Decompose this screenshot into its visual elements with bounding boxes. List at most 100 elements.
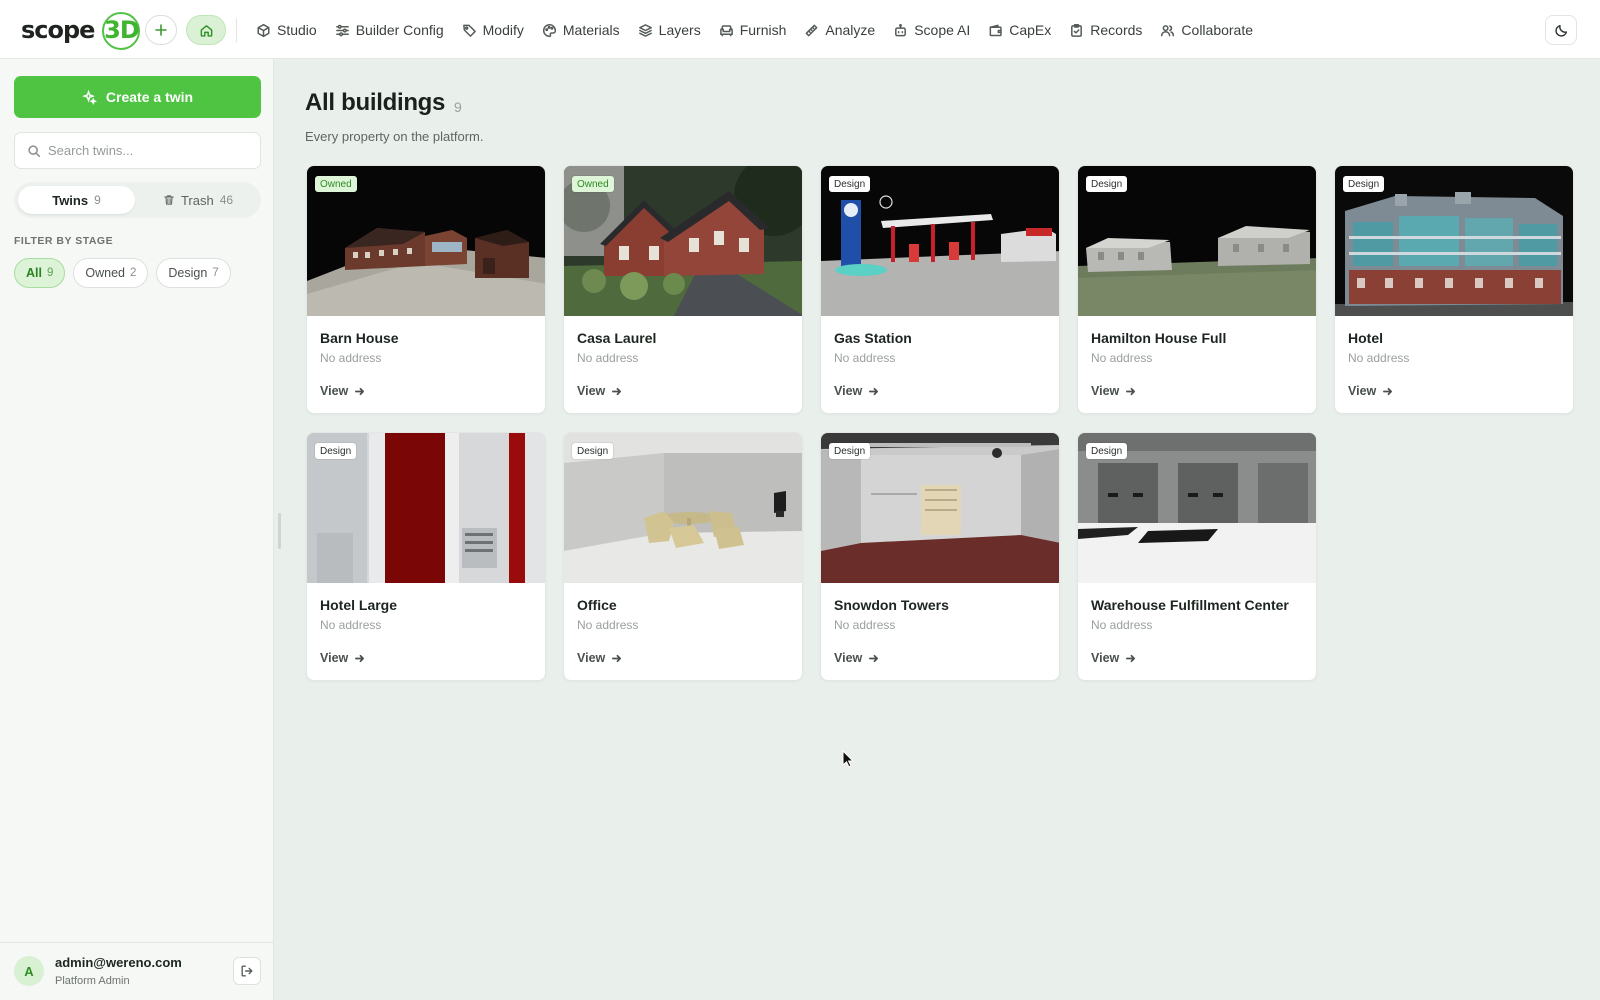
- nav-label: Studio: [277, 22, 317, 38]
- nav-label: Materials: [562, 22, 620, 38]
- clipboard-icon: [1071, 23, 1083, 37]
- stage-badge: Design: [1086, 176, 1128, 192]
- nav-item-capex[interactable]: CapEx: [979, 14, 1060, 46]
- sidebar-resize-handle[interactable]: [278, 513, 281, 549]
- stage-badge: Design: [829, 443, 871, 459]
- nav-item-modify[interactable]: Modify: [453, 14, 533, 46]
- building-name: Hamilton House Full: [1091, 330, 1227, 346]
- building-card[interactable]: Design Hotel No address View: [1334, 165, 1574, 414]
- twins-trash-toggle: Twins 9 Trash 46: [14, 182, 261, 218]
- nav-item-layers[interactable]: Layers: [629, 14, 710, 46]
- building-address: No address: [577, 351, 639, 365]
- building-card[interactable]: Owned Barn House No address View: [306, 165, 546, 414]
- view-link[interactable]: View: [1091, 384, 1136, 398]
- building-name: Warehouse Fulfillment Center: [1091, 597, 1289, 613]
- search-box: [14, 132, 261, 169]
- nav-item-records[interactable]: Records: [1060, 14, 1151, 46]
- building-name: Casa Laurel: [577, 330, 657, 346]
- view-link[interactable]: View: [577, 651, 622, 665]
- building-address: No address: [834, 618, 896, 632]
- user-role: Platform Admin: [55, 975, 130, 987]
- tab-trash[interactable]: Trash 46: [139, 186, 257, 214]
- building-card[interactable]: Design Gas Station No address View: [820, 165, 1060, 414]
- view-label: View: [1348, 384, 1377, 398]
- view-label: View: [834, 384, 863, 398]
- tab-trash-count: 46: [219, 193, 234, 207]
- view-label: View: [577, 384, 606, 398]
- tab-twins[interactable]: Twins 9: [18, 186, 135, 214]
- building-card[interactable]: Design Hotel Large No address View: [306, 432, 546, 681]
- arrow-right-icon: [1383, 387, 1393, 395]
- view-link[interactable]: View: [577, 384, 622, 398]
- filter-chip-design[interactable]: Design 7: [156, 258, 231, 288]
- home-button[interactable]: [186, 15, 226, 45]
- building-card[interactable]: Design Office No address View: [563, 432, 803, 681]
- arrow-right-icon: [869, 387, 879, 395]
- logo-3d-mark: 3D: [96, 10, 146, 50]
- building-card[interactable]: Owned Casa Laurel No address View: [563, 165, 803, 414]
- view-link[interactable]: View: [320, 384, 365, 398]
- filter-chip-count: 9: [46, 267, 54, 279]
- filter-chip-all[interactable]: All 9: [14, 258, 66, 288]
- arrow-right-icon: [1126, 387, 1136, 395]
- building-address: No address: [834, 351, 896, 365]
- building-name: Barn House: [320, 330, 399, 346]
- logout-button[interactable]: [233, 957, 261, 985]
- building-thumbnail: Design: [307, 433, 545, 583]
- nav-label: Modify: [482, 22, 524, 38]
- view-link[interactable]: View: [1348, 384, 1393, 398]
- building-address: No address: [320, 618, 382, 632]
- nav-label: Collaborate: [1181, 22, 1254, 38]
- building-address: No address: [320, 351, 382, 365]
- create-twin-button[interactable]: Create a twin: [14, 76, 261, 118]
- sidebar: Create a twin Twins 9 Trash 46 FILTER BY…: [0, 59, 274, 1000]
- arrow-right-icon: [612, 387, 622, 395]
- filter-chip-count: 2: [130, 267, 137, 279]
- nav-item-collaborate[interactable]: Collaborate: [1151, 14, 1262, 46]
- nav-label: Records: [1090, 22, 1143, 38]
- view-link[interactable]: View: [834, 384, 879, 398]
- nav-item-builder-config[interactable]: Builder Config: [326, 14, 453, 46]
- view-link[interactable]: View: [320, 651, 365, 665]
- building-card[interactable]: Design Warehouse Fulfillment Center No a…: [1077, 432, 1317, 681]
- building-thumbnail: Design: [1078, 433, 1316, 583]
- view-label: View: [1091, 384, 1120, 398]
- building-thumbnail: Design: [1078, 166, 1316, 316]
- tab-twins-count: 9: [94, 193, 101, 207]
- filter-chip-count: 7: [212, 267, 219, 279]
- view-link[interactable]: View: [1091, 651, 1136, 665]
- add-button[interactable]: [145, 15, 177, 45]
- stage-badge: Design: [829, 176, 871, 192]
- building-thumbnail: Design: [1335, 166, 1573, 316]
- search-input[interactable]: [48, 143, 248, 158]
- filter-chip-label: Owned: [85, 266, 125, 280]
- building-card[interactable]: Design Snowdon Towers No address View: [820, 432, 1060, 681]
- theme-toggle-button[interactable]: [1545, 15, 1577, 45]
- stage-badge: Design: [315, 443, 357, 459]
- filter-chip-label: All: [26, 266, 42, 280]
- building-name: Gas Station: [834, 330, 912, 346]
- top-bar: scope 3D Studio Builder Config Modify Ma…: [0, 0, 1600, 59]
- view-label: View: [320, 384, 349, 398]
- building-name: Hotel: [1348, 330, 1383, 346]
- main-nav: Studio Builder Config Modify Materials L…: [247, 14, 1262, 46]
- nav-item-scope-ai[interactable]: Scope AI: [884, 14, 979, 46]
- nav-item-analyze[interactable]: Analyze: [795, 14, 884, 46]
- nav-item-furnish[interactable]: Furnish: [710, 14, 796, 46]
- view-label: View: [320, 651, 349, 665]
- trash-icon: [164, 195, 174, 205]
- scope3d-logo[interactable]: scope 3D: [21, 10, 146, 50]
- building-card[interactable]: Design Hamilton House Full No address Vi…: [1077, 165, 1317, 414]
- nav-label: Scope AI: [914, 22, 971, 38]
- filter-chip-owned[interactable]: Owned 2: [73, 258, 149, 288]
- moon-icon: [1554, 24, 1567, 37]
- filter-by-stage-label: FILTER BY STAGE: [14, 235, 114, 247]
- stage-filter-chips: All 9 Owned 2 Design 7: [14, 258, 239, 288]
- nav-item-studio[interactable]: Studio: [247, 14, 326, 46]
- nav-label: Analyze: [825, 22, 876, 38]
- building-name: Office: [577, 597, 617, 613]
- building-name: Hotel Large: [320, 597, 398, 613]
- nav-item-materials[interactable]: Materials: [533, 14, 629, 46]
- view-link[interactable]: View: [834, 651, 879, 665]
- layers-icon: [638, 23, 652, 37]
